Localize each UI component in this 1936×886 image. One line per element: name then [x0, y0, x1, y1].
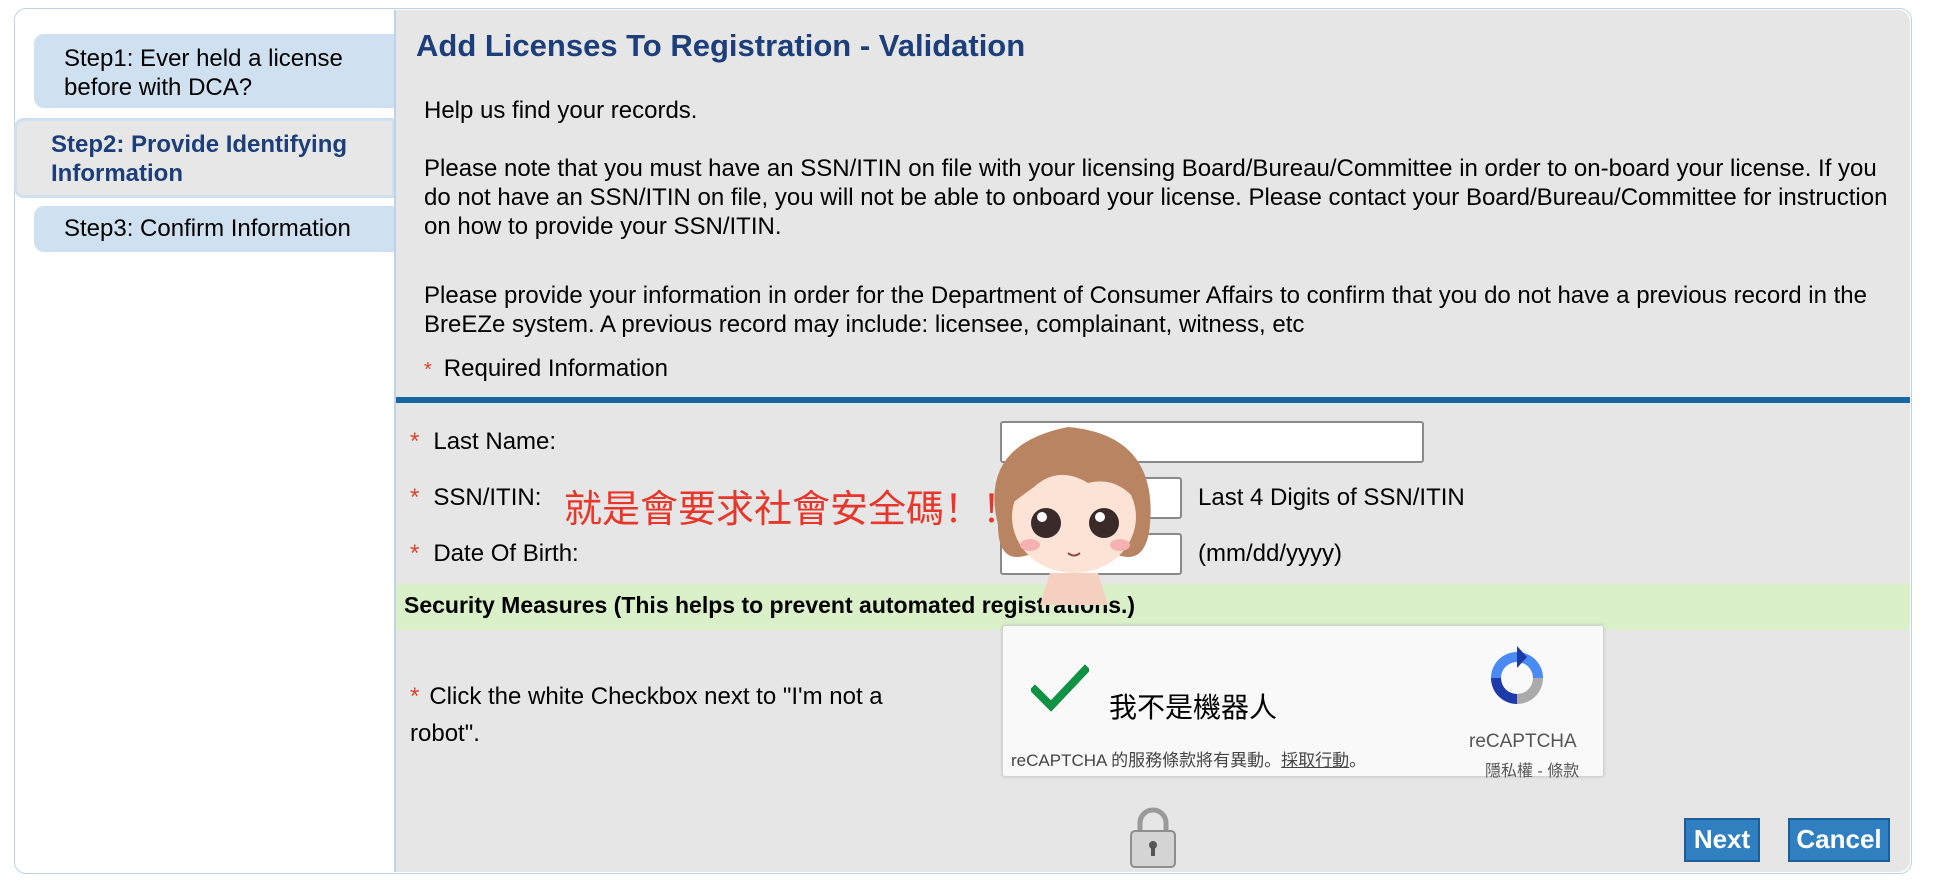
recaptcha-brand: reCAPTCHA: [1469, 731, 1577, 752]
required-star: *: [424, 359, 432, 381]
captcha-checkbox-label: 我不是機器人: [1109, 692, 1278, 723]
dob-label: * Date Of Birth:: [410, 540, 579, 567]
recaptcha-privacy-terms[interactable]: 隱私權 - 條款: [1485, 757, 1579, 781]
checkmark-icon[interactable]: [1031, 664, 1089, 714]
last-name-label: * Last Name:: [410, 428, 557, 455]
captcha-terms-link[interactable]: 採取行動: [1281, 751, 1349, 770]
step-2-tab-active[interactable]: Step2: Provide Identifying Information: [14, 118, 395, 198]
captcha-terms-notice: reCAPTCHA 的服務條款將有異動。採取行動。: [1011, 751, 1367, 770]
recaptcha-logo-icon: [1491, 646, 1543, 704]
dob-hint: (mm/dd/yyyy): [1198, 540, 1342, 567]
ssn-hint: Last 4 Digits of SSN/ITIN: [1198, 484, 1465, 511]
cartoon-girl-sticker: [994, 427, 1151, 605]
required-info-label: Required Information: [443, 355, 668, 382]
step-1-label: Step1: Ever held a license before with D…: [64, 45, 343, 101]
cancel-button[interactable]: Cancel: [1788, 818, 1890, 862]
intro-text: Help us find your records.: [424, 97, 698, 124]
required-star: *: [410, 484, 420, 511]
steps-sidebar: Step1: Ever held a license before with D…: [0, 0, 395, 880]
step-1-tab[interactable]: Step1: Ever held a license before with D…: [34, 34, 395, 108]
recaptcha-widget: 我不是機器人 reCAPTCHA 的服務條款將有異動。採取行動。 reCAPTC…: [1002, 625, 1604, 780]
required-star: *: [410, 540, 420, 567]
ssn-note-text: Please note that you must have an SSN/IT…: [424, 155, 1888, 240]
step-2-label: Step2: Provide Identifying Information: [51, 131, 348, 187]
required-info-legend: * Required Information: [424, 355, 668, 383]
next-button[interactable]: Next: [1684, 818, 1760, 862]
required-star: *: [410, 428, 420, 455]
security-title: Security Measures: [404, 592, 608, 618]
step-3-label: Step3: Confirm Information: [64, 215, 351, 242]
ssn-label: * SSN/ITIN:: [410, 484, 542, 511]
robot-instruction: * Click the white Checkbox next to "I'm n…: [410, 683, 883, 747]
step-3-tab[interactable]: Step3: Confirm Information: [34, 206, 395, 252]
provide-info-text: Please provide your information in order…: [424, 282, 1867, 338]
lock-icon: [1130, 807, 1176, 868]
page-title: Add Licenses To Registration - Validatio…: [416, 28, 1026, 63]
section-divider: [396, 397, 1910, 403]
required-star: *: [410, 683, 420, 710]
